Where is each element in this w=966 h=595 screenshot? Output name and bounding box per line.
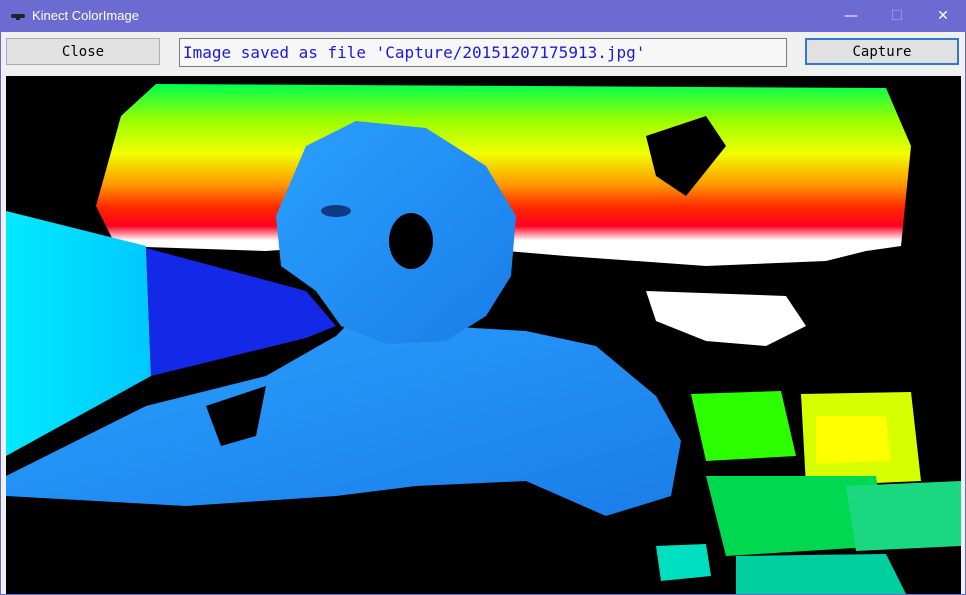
close-icon: ✕ (937, 8, 949, 24)
status-field[interactable]: Image saved as file 'Capture/20151207175… (179, 38, 787, 67)
maximize-icon: ☐ (890, 8, 904, 24)
capture-button[interactable]: Capture (805, 38, 959, 65)
kinect-sensor-icon (11, 14, 25, 20)
close-button[interactable]: Close (6, 38, 160, 65)
title-bar: Kinect ColorImage — ☐ ✕ (0, 0, 966, 32)
depth-image (6, 76, 961, 594)
window-close-button[interactable]: ✕ (920, 0, 966, 32)
maximize-button[interactable]: ☐ (874, 0, 920, 32)
minimize-icon: — (844, 8, 858, 24)
depth-image-view (6, 76, 961, 594)
minimize-button[interactable]: — (828, 0, 874, 32)
client-area: Close Image saved as file 'Capture/20151… (1, 32, 965, 594)
window-title: Kinect ColorImage (32, 8, 139, 23)
